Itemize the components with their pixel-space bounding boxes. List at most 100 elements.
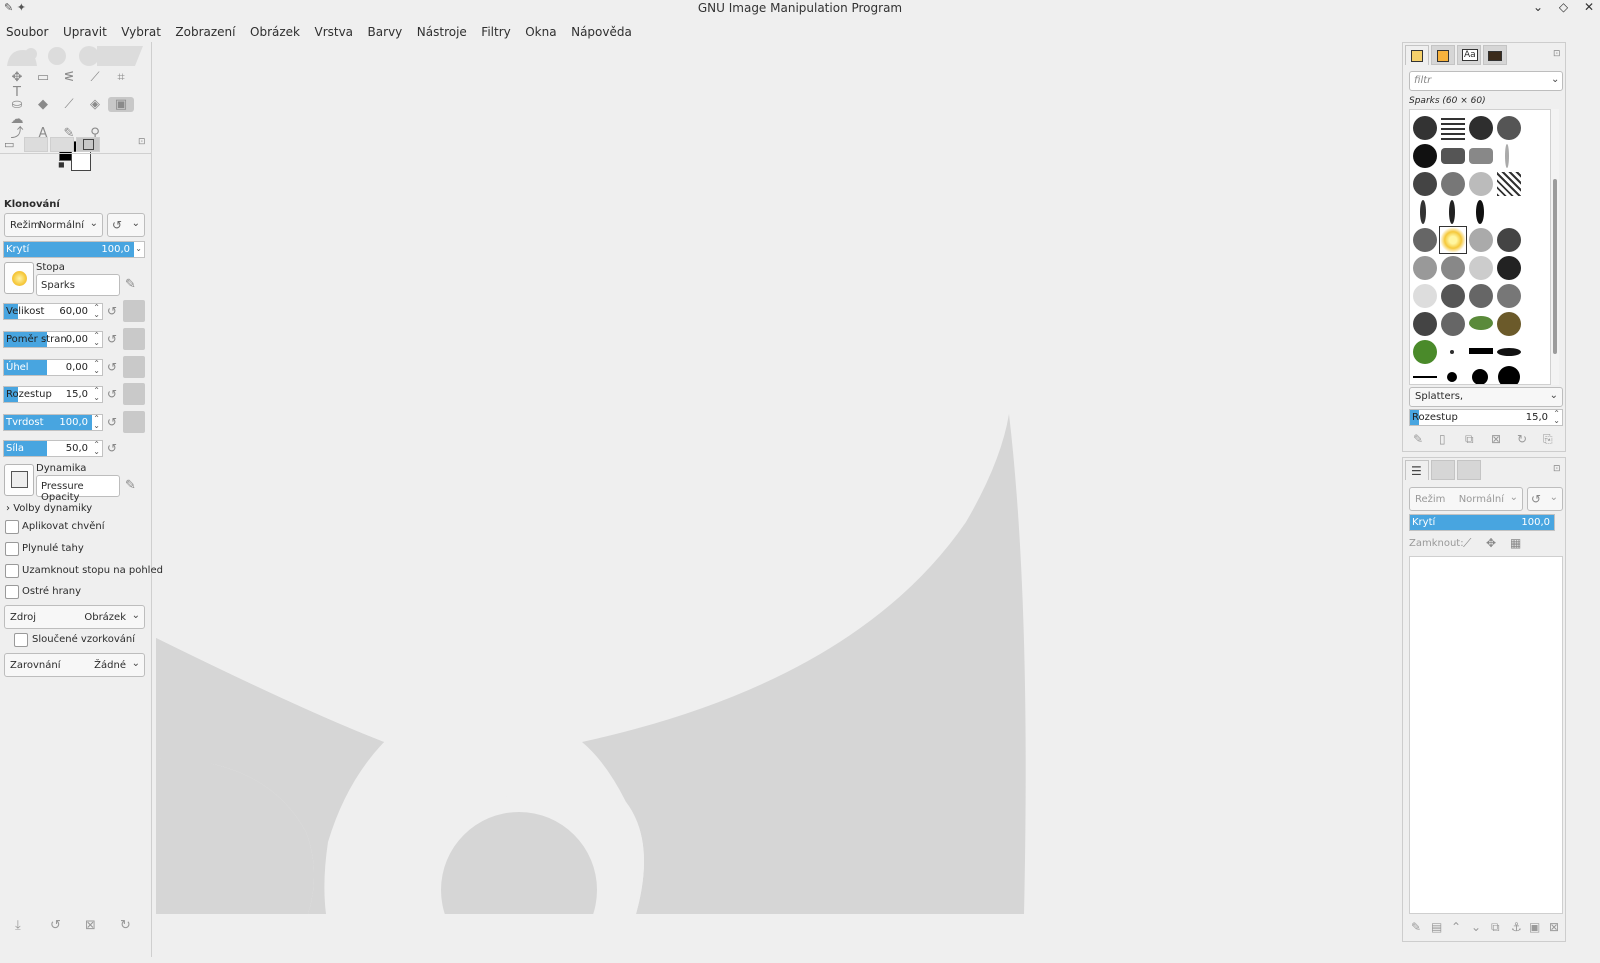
layers-tab[interactable]: ☰ bbox=[1405, 460, 1429, 480]
brush-thumb[interactable] bbox=[1497, 312, 1521, 336]
mask-layer-icon[interactable]: ▣ bbox=[1529, 920, 1540, 934]
spin-arrows-icon[interactable]: ⌃ ⌄ bbox=[1553, 410, 1560, 425]
reset-size-icon[interactable]: ↺ bbox=[107, 304, 117, 318]
brush-thumb[interactable] bbox=[1497, 256, 1521, 280]
spin-arrows-icon[interactable]: ⌃ ⌄ bbox=[93, 441, 100, 456]
new-layer-icon[interactable]: ▤ bbox=[1431, 920, 1442, 934]
dynamics-options-expander[interactable]: › Volby dynamiky bbox=[6, 503, 92, 514]
hardness-slider[interactable]: Tvrdost 100,0 ⌃ ⌄ bbox=[3, 414, 103, 431]
brush-thumb[interactable] bbox=[1469, 116, 1493, 140]
spacing-slider[interactable]: Rozestup 15,0 ⌃ ⌄ bbox=[3, 386, 103, 403]
brush-spacing-slider[interactable]: Rozestup 15,0 ⌃ ⌄ bbox=[1409, 409, 1563, 426]
brush-thumb[interactable] bbox=[1413, 284, 1437, 308]
scroll-thumb[interactable] bbox=[1553, 179, 1557, 354]
force-slider[interactable]: Síla 50,0 ⌃ ⌄ bbox=[3, 440, 103, 457]
duplicate-layer-icon[interactable]: ⧉ bbox=[1491, 920, 1500, 935]
document-history-tab[interactable] bbox=[1483, 45, 1507, 65]
menu-nastroje[interactable]: Nástroje bbox=[411, 22, 472, 39]
brush-thumb[interactable] bbox=[1497, 116, 1521, 140]
brush-thumb[interactable] bbox=[1441, 312, 1465, 336]
delete-brush-icon[interactable]: ⊠ bbox=[1491, 432, 1501, 446]
brush-thumb[interactable] bbox=[1497, 284, 1521, 308]
hard-edge-checkbox[interactable] bbox=[5, 585, 19, 599]
dynamics-preview[interactable] bbox=[4, 464, 34, 496]
dock-menu-icon[interactable]: ⊡ bbox=[1553, 49, 1561, 59]
tool-options-tab-icon[interactable]: ▭ bbox=[4, 138, 14, 151]
move-tool-icon[interactable]: ✥ bbox=[4, 70, 30, 85]
dynamics-name-field[interactable]: Pressure Opacity bbox=[36, 475, 120, 503]
brush-filter-input[interactable]: filtr bbox=[1409, 71, 1563, 91]
brush-thumb[interactable] bbox=[1450, 350, 1454, 354]
brush-grid[interactable] bbox=[1409, 109, 1551, 385]
clone-tool-icon[interactable]: ▣ bbox=[108, 97, 134, 112]
lower-layer-icon[interactable]: ⌄ bbox=[1471, 920, 1481, 934]
spin-arrows-icon[interactable]: ⌃ ⌄ bbox=[93, 332, 100, 347]
brush-thumb[interactable] bbox=[1413, 116, 1437, 140]
fonts-tab[interactable]: Aa bbox=[1457, 45, 1481, 65]
brush-thumb[interactable] bbox=[1498, 366, 1520, 384]
brush-thumb[interactable] bbox=[1469, 148, 1493, 164]
reset-angle-icon[interactable]: ↺ bbox=[107, 360, 117, 374]
size-link-button[interactable] bbox=[123, 300, 145, 322]
brushes-tab[interactable] bbox=[1405, 45, 1429, 65]
menu-okna[interactable]: Okna bbox=[519, 22, 561, 39]
brush-thumb[interactable] bbox=[1469, 172, 1493, 196]
alignment-dropdown[interactable]: Zarovnání Žádné ⌄ bbox=[4, 653, 145, 677]
undo-history-tab[interactable] bbox=[50, 137, 74, 152]
edit-dynamics-icon[interactable]: ✎ bbox=[125, 478, 136, 493]
brush-thumb[interactable] bbox=[1420, 200, 1426, 224]
layer-mode-reset-dropdown[interactable]: ↺ ⌄ bbox=[1527, 487, 1563, 511]
maximize-icon[interactable]: ◇ bbox=[1559, 0, 1568, 14]
layer-mode-dropdown[interactable]: Režim Normální ⌄ bbox=[1409, 487, 1523, 511]
device-status-tab[interactable] bbox=[24, 137, 48, 152]
duplicate-brush-icon[interactable]: ⧉ bbox=[1465, 432, 1474, 447]
minimize-icon[interactable]: ⌄ bbox=[1533, 0, 1543, 14]
fuzzy-select-icon[interactable]: ⟋ bbox=[82, 70, 108, 85]
refresh-brushes-icon[interactable]: ↻ bbox=[1517, 432, 1527, 446]
paintbrush-icon[interactable]: ⟋ bbox=[56, 97, 82, 112]
reset-aspect-icon[interactable]: ↺ bbox=[107, 332, 117, 346]
menu-vrstva[interactable]: Vrstva bbox=[308, 22, 358, 39]
mode-dropdown[interactable]: Režim Normální ⌄ bbox=[4, 213, 103, 237]
lock-brush-view-checkbox[interactable] bbox=[5, 564, 19, 578]
brush-thumb[interactable] bbox=[1476, 200, 1484, 224]
delete-options-icon[interactable]: ⊠ bbox=[85, 918, 96, 933]
menu-napoveda[interactable]: Nápověda bbox=[565, 22, 637, 39]
rect-select-icon[interactable]: ▭ bbox=[30, 70, 56, 85]
brush-thumb[interactable] bbox=[1413, 340, 1437, 364]
menu-vybrat[interactable]: Vybrat bbox=[115, 22, 166, 39]
spin-arrows-icon[interactable]: ⌃ ⌄ bbox=[93, 304, 100, 319]
lasso-select-icon[interactable]: ᓬ bbox=[56, 70, 82, 85]
brush-thumb[interactable] bbox=[1472, 369, 1488, 384]
size-slider[interactable]: Velikost 60,00 ⌃ ⌄ bbox=[3, 303, 103, 320]
paint-icon[interactable]: ◆ bbox=[30, 97, 56, 112]
brush-thumb[interactable] bbox=[1469, 348, 1493, 354]
spacing-link-button[interactable] bbox=[123, 383, 145, 405]
paths-tab[interactable] bbox=[1457, 460, 1481, 480]
spin-arrows-icon[interactable]: ⌃ ⌄ bbox=[93, 415, 100, 430]
images-tab[interactable] bbox=[76, 137, 100, 152]
menu-filtry[interactable]: Filtry bbox=[475, 22, 515, 39]
menu-upravit[interactable]: Upravit bbox=[57, 22, 112, 39]
layer-opacity-slider[interactable]: Krytí 100,0 bbox=[1409, 514, 1555, 531]
reset-options-icon[interactable]: ↻ bbox=[120, 918, 131, 933]
dock-menu-icon[interactable]: ⊡ bbox=[138, 137, 146, 147]
raise-layer-icon[interactable]: ⌃ bbox=[1451, 920, 1461, 934]
brush-thumb[interactable] bbox=[1469, 256, 1493, 280]
brush-name-field[interactable]: Sparks bbox=[36, 274, 120, 296]
eraser-icon[interactable]: ◈ bbox=[82, 97, 108, 112]
brush-thumb[interactable] bbox=[1497, 348, 1521, 356]
brush-thumb[interactable] bbox=[1413, 256, 1437, 280]
reset-hardness-icon[interactable]: ↺ bbox=[107, 415, 117, 429]
delete-layer-icon[interactable]: ⊠ bbox=[1549, 920, 1559, 934]
spin-arrows-icon[interactable]: ⌃ ⌄ bbox=[93, 387, 100, 402]
menu-barvy[interactable]: Barvy bbox=[362, 22, 408, 39]
brush-thumb[interactable] bbox=[1449, 200, 1455, 224]
save-options-icon[interactable]: ⤓ bbox=[15, 918, 21, 933]
smooth-stroke-checkbox[interactable] bbox=[5, 542, 19, 556]
default-colors-icon[interactable]: ◼ bbox=[58, 160, 65, 169]
reset-force-icon[interactable]: ↺ bbox=[107, 441, 117, 455]
lock-alpha-icon[interactable]: ▦ bbox=[1510, 536, 1521, 550]
close-icon[interactable]: ✕ bbox=[1584, 0, 1594, 14]
brush-thumb[interactable] bbox=[1441, 172, 1465, 196]
